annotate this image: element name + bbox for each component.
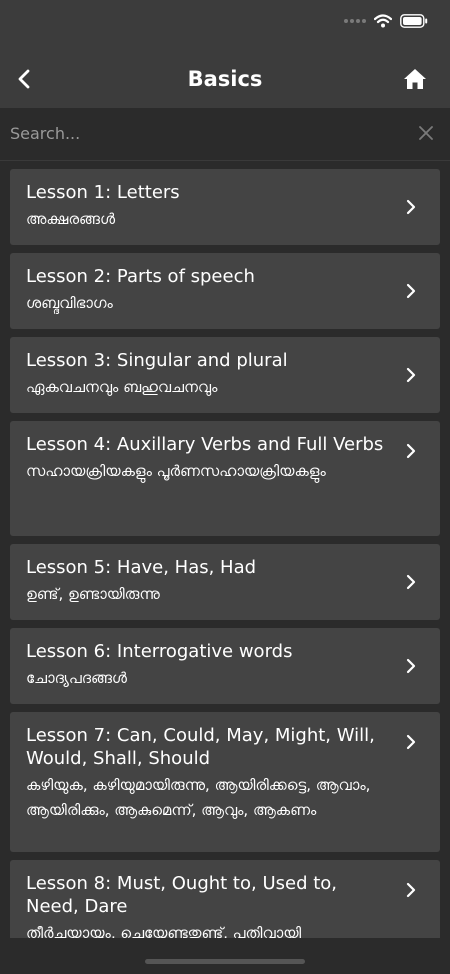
lesson-subtitle: ഉണ്ട്, ഉണ്ടായിരുന്നു xyxy=(26,585,160,603)
lesson-item[interactable]: Lesson 2: Parts of speech ശബ്ദവിഭാഗം xyxy=(10,253,440,329)
home-icon xyxy=(404,69,426,89)
lesson-item[interactable]: Lesson 1: Letters അക്ഷരങ്ങൾ xyxy=(10,169,440,245)
battery-icon xyxy=(400,14,428,28)
chevron-right-icon xyxy=(406,283,416,299)
page-title: Basics xyxy=(187,67,263,91)
lesson-title: Lesson 6: Interrogative words xyxy=(26,641,293,662)
chevron-right-icon xyxy=(406,199,416,215)
lesson-title: Lesson 8: Must, Ought to, Used to, Need,… xyxy=(26,873,338,917)
lesson-list: Lesson 1: Letters അക്ഷരങ്ങൾ Lesson 2: Pa… xyxy=(0,160,450,938)
chevron-right-icon xyxy=(406,734,416,750)
status-icons xyxy=(344,14,428,28)
lesson-subtitle: അക്ഷരങ്ങൾ xyxy=(26,210,116,228)
chevron-right-icon xyxy=(406,367,416,383)
chevron-right-icon xyxy=(406,882,416,898)
lesson-subtitle: സഹായക്രിയകളും പൂർണസഹായക്രിയകളും xyxy=(26,462,326,480)
lesson-subtitle: ശബ്ദവിഭാഗം xyxy=(26,294,113,312)
wifi-icon xyxy=(374,14,392,28)
chevron-right-icon xyxy=(406,443,416,459)
lesson-item[interactable]: Lesson 3: Singular and plural ഏകവചനവും ബ… xyxy=(10,337,440,413)
search-input[interactable] xyxy=(10,120,400,146)
lesson-item[interactable]: Lesson 6: Interrogative words ചോദ്യപദങ്ങ… xyxy=(10,628,440,704)
lesson-subtitle: ചോദ്യപദങ്ങൾ xyxy=(26,669,127,687)
clear-search-button[interactable] xyxy=(418,125,434,141)
chevron-right-icon xyxy=(406,658,416,674)
lesson-item[interactable]: Lesson 8: Must, Ought to, Used to, Need,… xyxy=(10,860,440,938)
home-button[interactable] xyxy=(402,66,428,92)
lesson-title: Lesson 1: Letters xyxy=(26,182,180,203)
signal-icon xyxy=(344,19,366,23)
lesson-item[interactable]: Lesson 5: Have, Has, Had ഉണ്ട്, ഉണ്ടായിര… xyxy=(10,544,440,620)
chevron-right-icon xyxy=(406,574,416,590)
lesson-item[interactable]: Lesson 4: Auxillary Verbs and Full Verbs… xyxy=(10,421,440,536)
lesson-title: Lesson 2: Parts of speech xyxy=(26,266,255,287)
lesson-title: Lesson 3: Singular and plural xyxy=(26,350,288,371)
close-icon xyxy=(419,126,433,140)
lesson-item[interactable]: Lesson 7: Can, Could, May, Might, Will, … xyxy=(10,712,440,852)
lesson-title: Lesson 5: Have, Has, Had xyxy=(26,557,257,578)
status-bar xyxy=(0,0,450,50)
lesson-subtitle: തീർച്ചയായും, ചെയ്യേണ്ടതുണ്ട്, പതിവായി xyxy=(26,924,302,938)
lesson-subtitle: കഴിയുക, കഴിയുമായിരുന്നു, ആയിരിക്കട്ടെ, ആ… xyxy=(26,776,371,819)
search-bar xyxy=(0,108,450,161)
lesson-subtitle: ഏകവചനവും ബഹുവചനവും xyxy=(26,378,218,396)
lesson-title: Lesson 4: Auxillary Verbs and Full Verbs xyxy=(26,434,384,455)
home-indicator xyxy=(145,959,305,964)
lesson-title: Lesson 7: Can, Could, May, Might, Will, … xyxy=(26,725,375,769)
navigation-bar: Basics xyxy=(0,50,450,108)
